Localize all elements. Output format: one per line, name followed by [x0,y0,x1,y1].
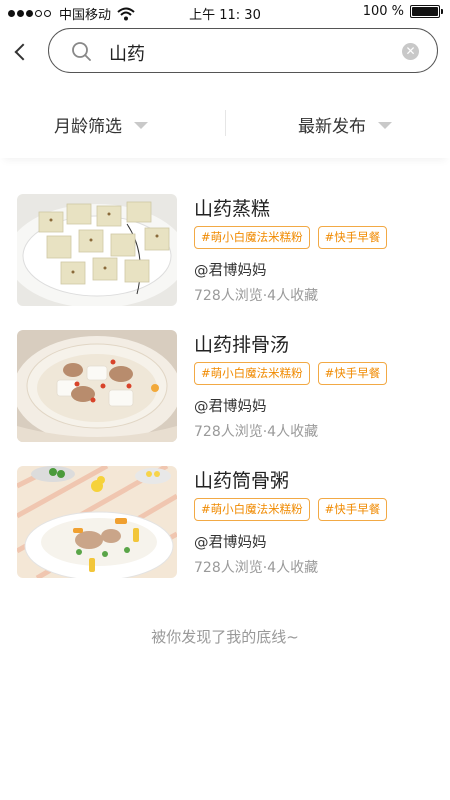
recipe-stats: 728人浏览·4人收藏 [194,288,319,304]
recipe-author[interactable]: @君博妈妈 [194,531,267,552]
search-icon [72,42,91,61]
age-filter-dropdown[interactable]: 月龄筛选 [54,112,148,137]
tag[interactable]: #快手早餐 [317,362,388,385]
tag[interactable]: #萌小白魔法米糕粉 [194,498,310,521]
recipe-author[interactable]: @君博妈妈 [194,259,267,280]
sort-dropdown[interactable]: 最新发布 [298,112,392,137]
recipe-stats: 728人浏览·4人收藏 [194,560,319,576]
recipe-item[interactable]: 山药筒骨粥 #萌小白魔法米糕粉 #快手早餐 @君博妈妈 728人浏览·4人收藏 [0,464,450,580]
recipe-item[interactable]: 山药排骨汤 #萌小白魔法米糕粉 #快手早餐 @君博妈妈 728人浏览·4人收藏 [0,328,450,444]
recipe-image-steamed-cake [17,194,177,306]
tag[interactable]: #快手早餐 [317,226,388,249]
recipe-title: 山药蒸糕 [194,198,271,220]
end-of-list-text: 被你发现了我的底线~ [151,628,299,646]
sort-label: 最新发布 [298,117,366,137]
search-input[interactable]: 山药 [109,40,145,66]
tag[interactable]: #萌小白魔法米糕粉 [194,362,310,385]
caret-down-icon [134,122,148,129]
clear-icon[interactable]: ✕ [402,43,419,60]
recipe-title: 山药排骨汤 [194,334,290,356]
tag-list: #萌小白魔法米糕粉 #快手早餐 [194,362,395,385]
recipe-title: 山药筒骨粥 [194,470,290,492]
recipe-image-rib-soup [17,330,177,442]
age-filter-label: 月龄筛选 [54,117,122,137]
recipe-item[interactable]: 山药蒸糕 #萌小白魔法米糕粉 #快手早餐 @君博妈妈 728人浏览·4人收藏 [0,192,450,308]
battery-percent: 100 % [362,4,404,19]
tag[interactable]: #萌小白魔法米糕粉 [194,226,310,249]
filter-divider [225,110,226,136]
battery-icon [410,5,443,18]
back-button[interactable] [8,38,32,66]
caret-down-icon [378,122,392,129]
tag-list: #萌小白魔法米糕粉 #快手早餐 [194,226,395,249]
tag[interactable]: #快手早餐 [317,498,388,521]
status-bar: 中国移动 上午 11: 30 100 % [0,0,450,24]
search-bar[interactable]: 山药 ✕ [48,28,438,73]
chevron-left-icon [14,43,32,61]
recipe-author[interactable]: @君博妈妈 [194,395,267,416]
status-right: 100 % [362,4,443,19]
tag-list: #萌小白魔法米糕粉 #快手早餐 [194,498,395,521]
recipe-image-bone-porridge [17,466,177,578]
recipe-stats: 728人浏览·4人收藏 [194,424,319,440]
filter-bar: 月龄筛选 最新发布 [0,90,450,158]
